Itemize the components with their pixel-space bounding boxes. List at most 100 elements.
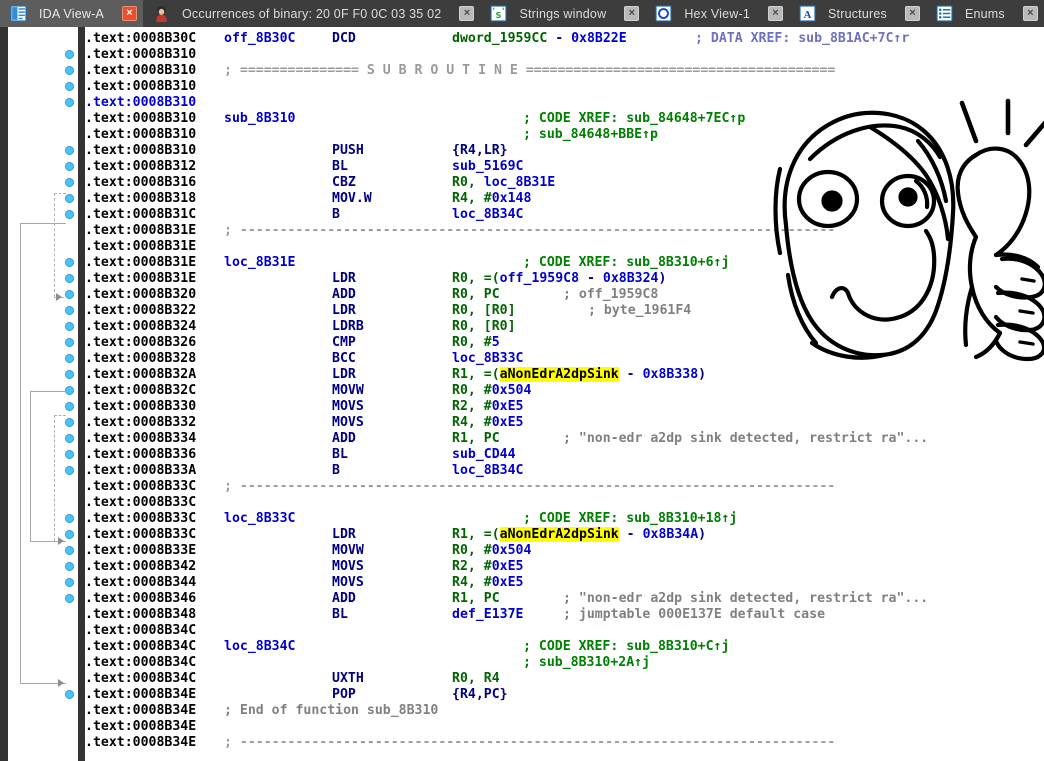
disassembly-line[interactable]: .text:0008B31E loc_8B31E ; CODE XREF: sub_… — [85, 255, 1044, 271]
instruction-mnemonic: ADD — [332, 287, 356, 302]
disassembly-line[interactable]: .text:0008B330 MOVS R2, #0xE5 — [85, 399, 1044, 415]
disassembly-line[interactable]: .text:0008B334 ADD R1, PC ; "non-edr a2dp s… — [85, 431, 1044, 447]
breakpoint-marker[interactable] — [65, 82, 74, 91]
breakpoint-marker[interactable] — [65, 466, 74, 475]
disassembly-line[interactable]: .text:0008B322 LDR R0, [R0] ; byte_1961F4 — [85, 303, 1044, 319]
breakpoint-marker[interactable] — [65, 514, 74, 523]
breakpoint-marker[interactable] — [65, 322, 74, 331]
disassembly-line[interactable]: .text:0008B348 BL def_E137E ; jumptable 000… — [85, 607, 1044, 623]
tab-enums[interactable]: Enums × — [925, 0, 1044, 27]
breakpoint-marker[interactable] — [65, 98, 74, 107]
instruction-operands: R4, #0xE5 — [452, 575, 523, 591]
disassembly-line[interactable]: .text:0008B34C — [85, 623, 1044, 639]
disassembly-line[interactable]: .text:0008B312 BL sub_5169C — [85, 159, 1044, 175]
tab-ida-view-a[interactable]: IDA View-A × — [0, 0, 143, 27]
disassembly-line[interactable]: .text:0008B32C MOVW R0, #0x504 — [85, 383, 1044, 399]
disassembly-line[interactable]: .text:0008B31E — [85, 239, 1044, 255]
disassembly-line[interactable]: .text:0008B34E — [85, 719, 1044, 735]
breakpoint-marker[interactable] — [65, 386, 74, 395]
breakpoint-marker[interactable] — [65, 578, 74, 587]
breakpoint-marker[interactable] — [65, 370, 74, 379]
breakpoint-marker[interactable] — [65, 50, 74, 59]
breakpoint-marker[interactable] — [65, 402, 74, 411]
disassembly-line[interactable]: .text:0008B318 MOV.W R4, #0x148 — [85, 191, 1044, 207]
breakpoint-marker[interactable] — [65, 258, 74, 267]
disassembly-line[interactable]: .text:0008B32A LDR R1, =(aNonEdrA2dpSink -… — [85, 367, 1044, 383]
breakpoint-marker[interactable] — [65, 530, 74, 539]
breakpoint-marker[interactable] — [65, 594, 74, 603]
disassembly-line[interactable]: .text:0008B328 BCC loc_8B33C — [85, 351, 1044, 367]
tab-structures[interactable]: A Structures × — [789, 0, 926, 27]
breakpoint-marker[interactable] — [65, 338, 74, 347]
breakpoint-marker[interactable] — [65, 178, 74, 187]
tab-close-icon[interactable]: × — [904, 6, 920, 21]
breakpoint-marker[interactable] — [65, 210, 74, 219]
breakpoint-marker[interactable] — [65, 66, 74, 75]
disassembly-line[interactable]: .text:0008B310 PUSH {R4,LR} — [85, 143, 1044, 159]
breakpoint-marker[interactable] — [65, 418, 74, 427]
breakpoint-marker[interactable] — [65, 562, 74, 571]
breakpoint-marker[interactable] — [65, 306, 74, 315]
operand-label: sub_CD44 — [452, 447, 516, 462]
breakpoint-marker[interactable] — [65, 194, 74, 203]
disassembly-line[interactable]: .text:0008B310 ; sub_84648+BBE↑p — [85, 127, 1044, 143]
disassembly-line[interactable]: .text:0008B326 CMP R0, #5 — [85, 335, 1044, 351]
disassembly-line[interactable]: .text:0008B346 ADD R1, PC ; "non-edr a2dp s… — [85, 591, 1044, 607]
disassembly-line[interactable]: .text:0008B31E LDR R0, =(off_1959C8 - 0x8B… — [85, 271, 1044, 287]
disassembly-gutter[interactable] — [8, 27, 78, 761]
disassembly-line[interactable]: .text:0008B34E ; ------------------------… — [85, 735, 1044, 751]
tab-strings-window[interactable]: s Strings window × — [480, 0, 646, 27]
disassembly-line[interactable]: .text:0008B310 sub_8B310 ; CODE XREF: sub_… — [85, 111, 1044, 127]
disassembly-line[interactable]: .text:0008B344 MOVS R4, #0xE5 — [85, 575, 1044, 591]
disassembly-line[interactable]: .text:0008B324 LDRB R0, [R0] — [85, 319, 1044, 335]
operand-number: 0x8B22E — [571, 31, 627, 46]
disassembly-line[interactable]: .text:0008B34E ; End of function sub_8B31… — [85, 703, 1044, 719]
disassembly-line[interactable]: .text:0008B310 ; =============== S U B R … — [85, 63, 1044, 79]
tab-close-icon[interactable]: × — [768, 6, 783, 21]
disassembly-line[interactable]: .text:0008B30C off_8B30C DCD dword_1959CC -… — [85, 31, 1044, 47]
disassembly-line[interactable]: .text:0008B320 ADD R0, PC ; off_1959C8 — [85, 287, 1044, 303]
disassembly-line[interactable]: .text:0008B31E ; ------------------------… — [85, 223, 1044, 239]
line-address: .text:0008B34C — [85, 671, 197, 686]
breakpoint-marker[interactable] — [65, 274, 74, 283]
disassembly-line[interactable]: .text:0008B332 MOVS R4, #0xE5 — [85, 415, 1044, 431]
disassembly-line[interactable]: .text:0008B33C ; ------------------------… — [85, 479, 1044, 495]
ida-disassembly-view[interactable]: .text:0008B30C off_8B30C DCD dword_1959CC -… — [0, 27, 1044, 761]
breakpoint-marker[interactable] — [65, 290, 74, 299]
disassembly-line[interactable]: .text:0008B34E POP {R4,PC} — [85, 687, 1044, 703]
disassembly-line[interactable]: .text:0008B33E MOVW R0, #0x504 — [85, 543, 1044, 559]
breakpoint-marker[interactable] — [65, 354, 74, 363]
disassembly-line[interactable]: .text:0008B33A Bloc_8B34C — [85, 463, 1044, 479]
instruction-mnemonic: CBZ — [332, 175, 356, 190]
operand-label: off_1959C8 — [499, 271, 580, 286]
breakpoint-marker[interactable] — [65, 690, 74, 699]
breakpoint-marker[interactable] — [65, 546, 74, 555]
window-tab-bar[interactable]: IDA View-A × Occurrences of binary: 20 0F … — [0, 0, 1044, 28]
disassembly-line[interactable]: .text:0008B33C LDR R1, =(aNonEdrA2dpSink -… — [85, 527, 1044, 543]
tab-hex-view-1[interactable]: Hex View-1 × — [645, 0, 789, 27]
disassembly-line[interactable]: .text:0008B34C UXTH R0, R4 — [85, 671, 1044, 687]
line-comment: ; DATA XREF: sub_8B1AC+7C↑r — [695, 31, 910, 46]
disassembly-line[interactable]: .text:0008B34C ; sub_8B310+2A↑j — [85, 655, 1044, 671]
tab-close-icon[interactable]: × — [459, 6, 475, 21]
disassembly-line[interactable]: .text:0008B33C loc_8B33C ; CODE XREF: sub_… — [85, 511, 1044, 527]
disassembly-line[interactable]: .text:0008B316 CBZ R0, loc_8B31E — [85, 175, 1044, 191]
breakpoint-marker[interactable] — [65, 434, 74, 443]
disassembly-line[interactable]: .text:0008B310 — [85, 47, 1044, 63]
disassembly-line[interactable]: .text:0008B342 MOVS R2, #0xE5 — [85, 559, 1044, 575]
disassembly-line[interactable]: .text:0008B310 — [85, 95, 1044, 111]
disassembly-code-pane[interactable]: .text:0008B30C off_8B30C DCD dword_1959CC -… — [85, 27, 1044, 761]
disassembly-line[interactable]: .text:0008B336 BL sub_CD44 — [85, 447, 1044, 463]
disassembly-line[interactable]: .text:0008B31C Bloc_8B34C — [85, 207, 1044, 223]
disassembly-line[interactable]: .text:0008B34C loc_8B34C ; CODE XREF: sub_… — [85, 639, 1044, 655]
tab-close-icon[interactable]: × — [1022, 6, 1038, 21]
breakpoint-marker[interactable] — [65, 162, 74, 171]
disassembly-line[interactable]: .text:0008B310 — [85, 79, 1044, 95]
tab-occurrences-of-binary-20-0f-f0-0c-03-35-02[interactable]: Occurrences of binary: 20 0F F0 0C 03 35… — [143, 0, 481, 27]
breakpoint-marker[interactable] — [65, 450, 74, 459]
operand-tail: ) — [658, 271, 667, 286]
disassembly-line[interactable]: .text:0008B33C — [85, 495, 1044, 511]
tab-close-icon[interactable]: × — [624, 6, 640, 21]
breakpoint-marker[interactable] — [65, 146, 74, 155]
tab-close-icon[interactable]: × — [122, 6, 137, 21]
